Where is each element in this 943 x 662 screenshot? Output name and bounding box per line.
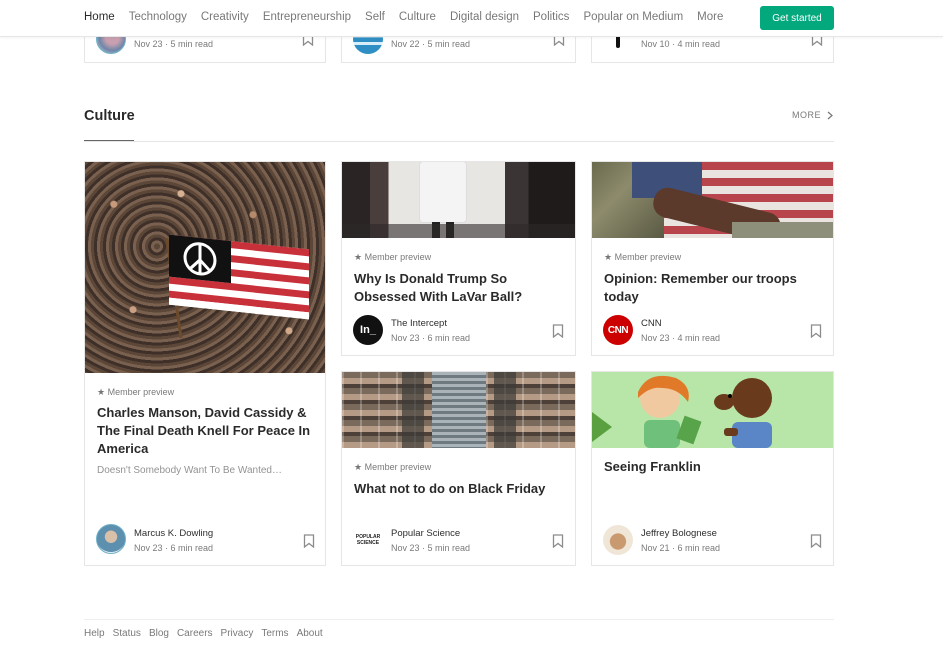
author-name[interactable]: The Intercept: [391, 318, 447, 329]
article-card[interactable]: Seeing Franklin Jeffrey Bolognese Nov 21…: [591, 371, 834, 566]
article-image: [342, 372, 575, 448]
article-card-featured[interactable]: ★ Member preview Charles Manson, David C…: [84, 161, 326, 566]
nav-entrepreneurship[interactable]: Entrepreneurship: [263, 11, 351, 23]
nav-home[interactable]: Home: [84, 11, 115, 23]
topic-nav-links: Home Technology Creativity Entrepreneurs…: [84, 11, 723, 23]
author-name[interactable]: Popular Science: [391, 528, 460, 539]
nav-popular-on-medium[interactable]: Popular on Medium: [583, 11, 683, 23]
article-image: [85, 162, 325, 373]
article-image: [592, 372, 833, 448]
nav-self[interactable]: Self: [365, 11, 385, 23]
article-meta: Nov 10 · 4 min read: [641, 39, 721, 49]
footer-divider: [84, 619, 834, 620]
article-meta: Nov 23 · 5 min read: [134, 39, 214, 49]
article-title[interactable]: Seeing Franklin: [604, 458, 804, 476]
footer-about[interactable]: About: [297, 628, 323, 639]
nav-culture[interactable]: Culture: [399, 11, 436, 23]
publication-logo[interactable]: In_: [353, 315, 383, 345]
comic-illustration: [592, 375, 772, 448]
publication-logo[interactable]: POPULAR SCIENCE: [353, 527, 383, 553]
article-meta: Nov 23 · 5 min read: [391, 543, 471, 553]
nav-creativity[interactable]: Creativity: [201, 11, 249, 23]
footer-blog[interactable]: Blog: [149, 628, 169, 639]
author-name[interactable]: Jeffrey Bolognese: [641, 528, 717, 539]
section-divider: [84, 141, 834, 142]
publication-logo[interactable]: CNN: [603, 315, 633, 345]
article-meta: Nov 22 · 5 min read: [391, 39, 471, 49]
footer-terms[interactable]: Terms: [261, 628, 288, 639]
bookmark-icon[interactable]: [303, 534, 315, 548]
more-label: MORE: [792, 110, 821, 120]
member-preview-label: ★ Member preview: [604, 252, 682, 262]
article-image: [342, 162, 575, 238]
section-more-link[interactable]: MORE: [792, 110, 833, 120]
nav-digital-design[interactable]: Digital design: [450, 11, 519, 23]
footer-privacy[interactable]: Privacy: [221, 628, 254, 639]
article-title[interactable]: Charles Manson, David Cassidy & The Fina…: [97, 404, 312, 458]
footer-links: Help Status Blog Careers Privacy Terms A…: [84, 628, 323, 639]
article-meta: Nov 23 · 4 min read: [641, 333, 721, 343]
chevron-right-icon: [827, 111, 833, 119]
footer-help[interactable]: Help: [84, 628, 105, 639]
article-title[interactable]: Why Is Donald Trump So Obsessed With LaV…: [354, 270, 554, 306]
top-navigation: Home Technology Creativity Entrepreneurs…: [0, 0, 943, 37]
get-started-button[interactable]: Get started: [760, 6, 834, 30]
article-meta: Nov 23 · 6 min read: [134, 543, 214, 553]
section-title: Culture: [84, 108, 135, 124]
author-name[interactable]: CNN: [641, 318, 662, 329]
bookmark-icon[interactable]: [810, 534, 822, 548]
article-subtitle: Doesn't Somebody Want To Be Wanted…: [97, 465, 282, 476]
nav-more[interactable]: More: [697, 11, 723, 23]
footer-status[interactable]: Status: [113, 628, 141, 639]
article-card[interactable]: ★ Member preview Opinion: Remember our t…: [591, 161, 834, 356]
article-title[interactable]: What not to do on Black Friday: [354, 480, 564, 498]
author-avatar[interactable]: [96, 524, 126, 554]
bookmark-icon[interactable]: [552, 324, 564, 338]
author-avatar[interactable]: [603, 525, 633, 555]
member-preview-label: ★ Member preview: [354, 252, 432, 262]
article-meta: Nov 21 · 6 min read: [641, 543, 721, 553]
member-preview-label: ★ Member preview: [97, 387, 175, 397]
article-card[interactable]: ★ Member preview What not to do on Black…: [341, 371, 576, 566]
section-title-underline: [84, 140, 134, 141]
bookmark-icon[interactable]: [810, 324, 822, 338]
article-meta: Nov 23 · 6 min read: [391, 333, 471, 343]
article-image: [592, 162, 833, 238]
article-title[interactable]: Opinion: Remember our troops today: [604, 270, 804, 306]
footer-careers[interactable]: Careers: [177, 628, 213, 639]
bookmark-icon[interactable]: [552, 534, 564, 548]
peace-flag-image: [165, 234, 309, 339]
nav-politics[interactable]: Politics: [533, 11, 569, 23]
member-preview-label: ★ Member preview: [354, 462, 432, 472]
article-card[interactable]: ★ Member preview Why Is Donald Trump So …: [341, 161, 576, 356]
author-name[interactable]: Marcus K. Dowling: [134, 528, 213, 539]
nav-technology[interactable]: Technology: [129, 11, 187, 23]
